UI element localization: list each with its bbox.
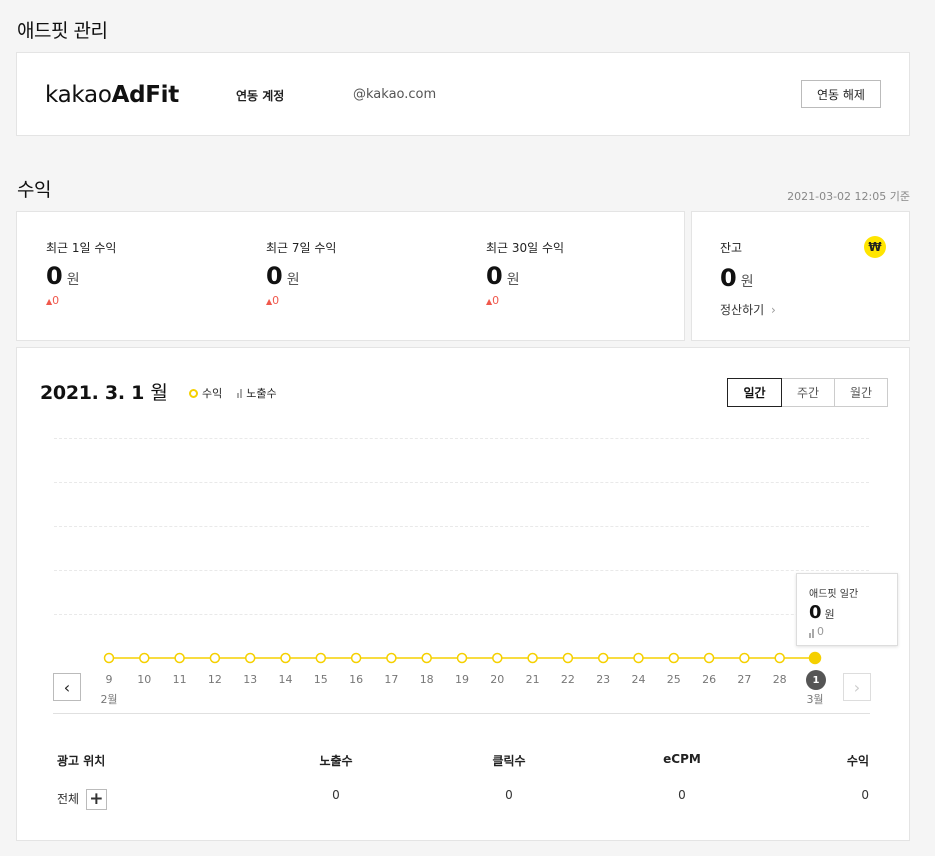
stat-value: 0 xyxy=(46,262,63,290)
balance-value: 0 xyxy=(720,264,737,292)
chevron-left-icon: ‹ xyxy=(63,677,71,697)
chart-next-button[interactable]: › xyxy=(843,673,871,701)
stat-label: 최근 1일 수익 xyxy=(46,241,117,255)
revenue-timestamp: 2021-03-02 12:05 기준 xyxy=(787,190,910,203)
grid-line xyxy=(54,482,869,483)
expand-plus-icon[interactable]: + xyxy=(85,789,107,810)
chevron-right-icon: › xyxy=(771,303,776,317)
row-clicks: 0 xyxy=(505,788,513,802)
grid-line xyxy=(54,570,869,571)
x-tick-label[interactable]: 14 xyxy=(271,673,301,686)
tab-monthly[interactable]: 월간 xyxy=(834,378,888,407)
balance-card: 잔고 ₩ 0원 정산하기 › xyxy=(691,211,910,341)
x-tick-label[interactable]: 28 xyxy=(765,673,795,686)
table-header-ecpm: eCPM xyxy=(663,752,701,766)
x-tick-label[interactable]: 10 xyxy=(129,673,159,686)
row-revenue: 0 xyxy=(861,788,869,802)
stat-7day: 최근 7일 수익 0원 ▲0 xyxy=(266,239,336,307)
settle-label: 정산하기 xyxy=(720,303,765,317)
table-row: 전체 + xyxy=(57,789,107,810)
x-tick-label[interactable]: 13 xyxy=(235,673,265,686)
linked-account-email: @kakao.com xyxy=(353,87,437,102)
x-tick-label[interactable]: 16 xyxy=(341,673,371,686)
x-tick-label[interactable]: 23 xyxy=(588,673,618,686)
stat-value: 0 xyxy=(486,262,503,290)
x-month-label: 3월 xyxy=(806,693,824,706)
tab-daily[interactable]: 일간 xyxy=(727,378,782,407)
x-tick-label[interactable]: 20 xyxy=(482,673,512,686)
balance-unit: 원 xyxy=(740,274,754,290)
tooltip-title: 애드핏 일간 xyxy=(809,589,859,600)
row-impressions: 0 xyxy=(332,788,340,802)
x-tick-label[interactable]: 22 xyxy=(553,673,583,686)
table-header-clicks: 클릭수 xyxy=(492,754,526,768)
stat-delta: 0 xyxy=(272,294,280,307)
x-tick-label[interactable]: 26 xyxy=(694,673,724,686)
impressions-legend-icon xyxy=(237,388,243,398)
linked-account-label: 연동 계정 xyxy=(236,89,285,103)
x-tick-label[interactable]: 12 xyxy=(200,673,230,686)
chart-date-title: 2021. 3. 1 월 xyxy=(40,382,168,404)
impressions-icon xyxy=(809,629,814,638)
grid-line xyxy=(54,614,869,615)
grid-line xyxy=(54,438,869,439)
balance-label: 잔고 xyxy=(720,241,743,255)
tab-weekly[interactable]: 주간 xyxy=(781,378,835,407)
stat-unit: 원 xyxy=(286,272,300,288)
impressions-legend-label: 노출수 xyxy=(246,387,277,400)
x-tick-label[interactable]: 19 xyxy=(447,673,477,686)
x-tick-label[interactable]: 27 xyxy=(729,673,759,686)
revenue-legend-icon xyxy=(189,388,198,398)
revenue-legend-label: 수익 xyxy=(202,387,223,400)
x-tick-label[interactable]: 15 xyxy=(306,673,336,686)
tooltip-unit: 원 xyxy=(824,608,835,621)
page-title: 애드핏 관리 xyxy=(17,20,108,42)
chart-legend: 수익 노출수 xyxy=(189,385,277,401)
x-tick-label[interactable]: 24 xyxy=(624,673,654,686)
account-card: kakaoAdFit 연동 계정 @kakao.com 연동 해제 xyxy=(16,52,910,136)
tooltip-value: 0 xyxy=(809,602,822,623)
chevron-right-icon: › xyxy=(853,677,861,697)
stat-delta: 0 xyxy=(52,294,60,307)
won-icon: ₩ xyxy=(864,236,886,258)
table-header-revenue: 수익 xyxy=(846,754,869,768)
stat-label: 최근 30일 수익 xyxy=(486,241,565,255)
chart-tooltip: 애드핏 일간 0원 0 xyxy=(796,573,898,646)
kakao-adfit-logo: kakaoAdFit xyxy=(45,82,179,108)
x-tick-label[interactable]: 9 xyxy=(94,673,124,686)
stat-unit: 원 xyxy=(66,272,80,288)
stat-value: 0 xyxy=(266,262,283,290)
x-tick-label[interactable]: 17 xyxy=(376,673,406,686)
table-header-impressions: 노출수 xyxy=(319,754,353,768)
grid-line xyxy=(54,526,869,527)
x-tick-label[interactable]: 21 xyxy=(518,673,548,686)
chart-prev-button[interactable]: ‹ xyxy=(53,673,81,701)
stat-label: 최근 7일 수익 xyxy=(266,241,337,255)
chart-divider xyxy=(53,713,870,714)
x-tick-label[interactable]: 25 xyxy=(659,673,689,686)
revenue-stats-card: 최근 1일 수익 0원 ▲0 최근 7일 수익 0원 ▲0 최근 30일 수익 … xyxy=(16,211,685,341)
period-tabs: 일간 주간 월간 xyxy=(727,378,888,407)
x-tick-label[interactable]: 18 xyxy=(412,673,442,686)
row-position: 전체 xyxy=(57,792,80,806)
stat-1day: 최근 1일 수익 0원 ▲0 xyxy=(46,239,116,307)
table-header-position: 광고 위치 xyxy=(57,754,106,768)
x-tick-label[interactable]: 11 xyxy=(165,673,195,686)
stat-unit: 원 xyxy=(506,272,520,288)
settle-link[interactable]: 정산하기 › xyxy=(720,301,776,318)
row-ecpm: 0 xyxy=(678,788,686,802)
selected-date-badge[interactable]: 1 xyxy=(806,670,826,690)
revenue-title: 수익 xyxy=(17,179,51,201)
x-month-label: 2월 xyxy=(100,693,118,706)
stat-30day: 최근 30일 수익 0원 ▲0 xyxy=(486,239,564,307)
stat-delta: 0 xyxy=(492,294,500,307)
tooltip-impressions: 0 xyxy=(809,625,824,638)
unlink-button[interactable]: 연동 해제 xyxy=(801,80,881,108)
